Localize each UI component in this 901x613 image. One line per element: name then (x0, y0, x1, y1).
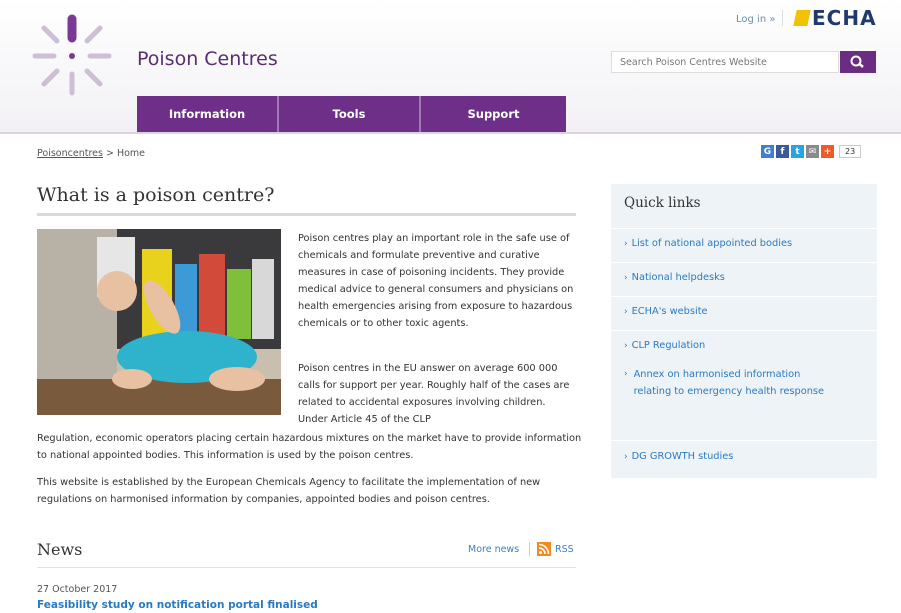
news-date: 27 October 2017 (37, 584, 118, 595)
quick-link-label: DG GROWTH studies (631, 451, 734, 462)
nav-support[interactable]: Support (421, 96, 566, 132)
breadcrumb: Poisoncentres > Home (37, 148, 145, 159)
echa-mark-icon (793, 10, 811, 26)
quick-link-label: National helpdesks (631, 272, 725, 283)
quick-link-national-helpdesks[interactable]: › National helpdesks (611, 262, 877, 296)
title-divider (37, 213, 576, 216)
echa-logo[interactable]: ECHA (793, 6, 877, 30)
quick-link-echa-website[interactable]: › ECHA's website (611, 296, 877, 330)
breadcrumb-root-link[interactable]: Poisoncentres (37, 148, 103, 159)
news-separator (529, 542, 530, 556)
share-count: 23 (839, 145, 862, 158)
poison-centres-logo-icon[interactable] (30, 14, 114, 98)
quick-links-panel: Quick links › List of national appointed … (611, 184, 877, 478)
child-reaching-cabinet-image (37, 229, 281, 415)
chevron-right-icon: › (624, 239, 628, 249)
intro-paragraph-2b: Regulation, economic operators placing c… (37, 433, 582, 461)
chevron-right-icon: › (624, 273, 628, 283)
chevron-right-icon: › (624, 369, 628, 379)
quick-link-national-bodies[interactable]: › List of national appointed bodies (611, 228, 877, 262)
quick-links-title: Quick links (624, 195, 701, 211)
main-nav: Information Tools Support (137, 96, 566, 132)
news-divider (37, 567, 576, 568)
quick-link-label: ECHA's website (631, 306, 708, 317)
more-news-link[interactable]: More news (468, 544, 519, 555)
news-title-link[interactable]: Feasibility study on notification portal… (37, 599, 318, 611)
chevron-right-icon: › (624, 341, 628, 351)
quick-link-annex[interactable]: › Annex on harmonised information relati… (624, 366, 864, 400)
login-link[interactable]: Log in » (736, 14, 775, 25)
news-heading: News (37, 540, 83, 559)
intro-paragraph-3: This website is established by the Europ… (37, 477, 541, 505)
quick-link-dg-growth[interactable]: › DG GROWTH studies (611, 440, 877, 478)
page-title: What is a poison centre? (37, 184, 275, 206)
nav-information[interactable]: Information (137, 96, 279, 132)
rss-link[interactable]: RSS (555, 544, 574, 555)
nav-tools[interactable]: Tools (279, 96, 421, 132)
email-icon[interactable]: ✉ (806, 145, 819, 158)
search-input[interactable] (611, 51, 839, 73)
intro-paragraph-1: Poison centres play an important role in… (298, 233, 574, 329)
facebook-icon[interactable]: f (776, 145, 789, 158)
chevron-right-icon: › (624, 307, 628, 317)
social-share-bar: G f t ✉ + 23 (761, 145, 862, 158)
quick-link-label: CLP Regulation (631, 340, 706, 351)
quick-link-label: List of national appointed bodies (631, 238, 793, 249)
breadcrumb-separator: > (105, 148, 114, 159)
header-separator (782, 10, 783, 26)
quick-link-annex-label: Annex on harmonised information relating… (633, 369, 825, 397)
rss-icon[interactable] (537, 542, 551, 556)
chevron-right-icon: › (624, 452, 628, 462)
echa-logo-text: ECHA (812, 6, 877, 30)
search-icon (850, 55, 864, 68)
google-plus-icon[interactable]: G (761, 145, 774, 158)
header-divider (0, 132, 901, 134)
site-title[interactable]: Poison Centres (137, 48, 278, 70)
breadcrumb-current: Home (116, 148, 146, 159)
search-button[interactable] (840, 51, 876, 73)
intro-paragraph-2a: Poison centres in the EU answer on avera… (298, 363, 570, 425)
share-icon[interactable]: + (821, 145, 834, 158)
twitter-icon[interactable]: t (791, 145, 804, 158)
